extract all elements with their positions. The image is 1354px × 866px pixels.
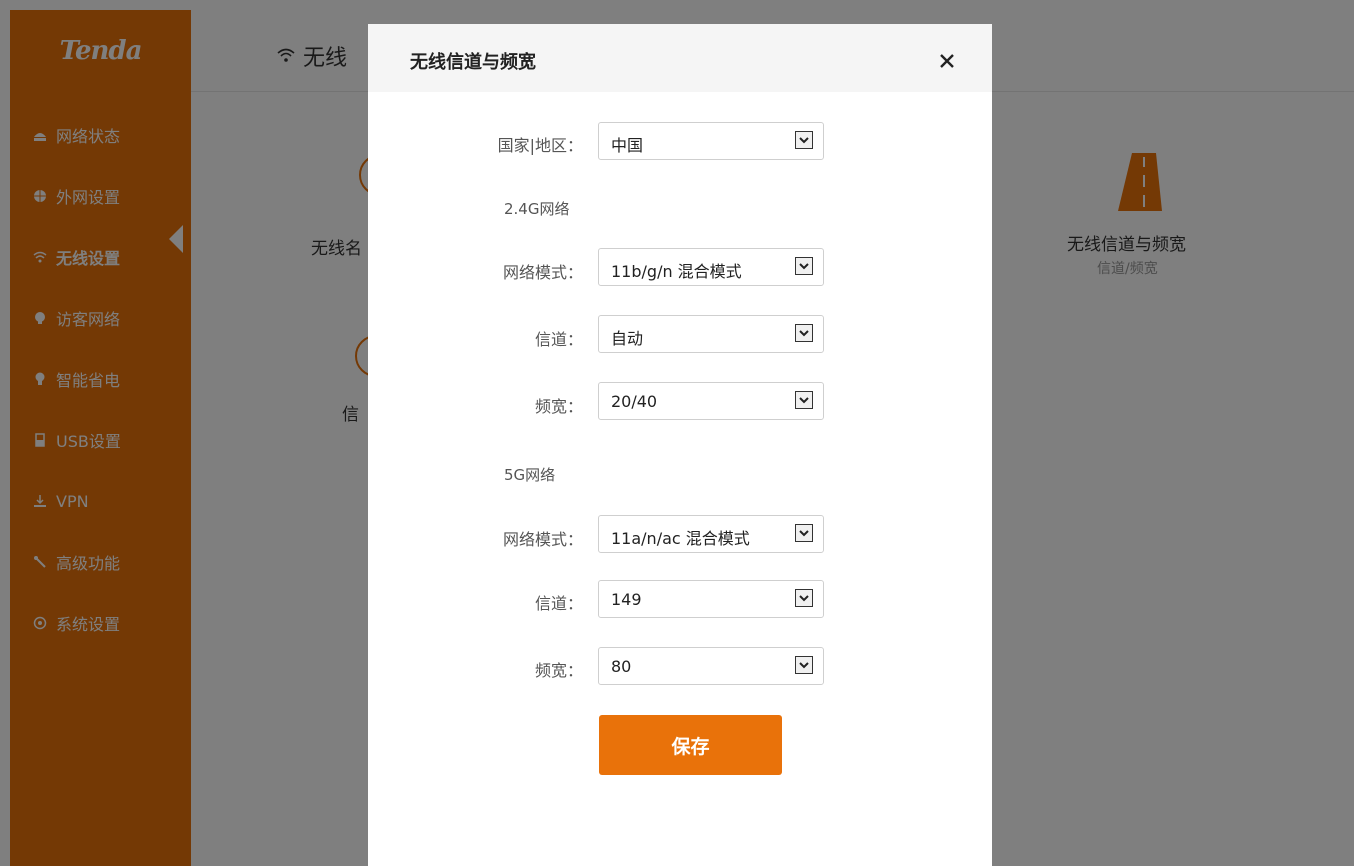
channel-value-5g: 149 [611,590,642,609]
bandwidth-value-5g: 80 [611,657,632,676]
bandwidth-value-2g: 20/40 [611,392,658,411]
mode-select-2g[interactable]: 11b/g/n 混合模式 [598,248,824,286]
mode-value-2g: 11b/g/n 混合模式 [611,262,742,281]
channel-bandwidth-dialog: 无线信道与频宽 国家|地区： 中国 2.4G网络 网络模式： 11b/g/n 混… [368,24,992,866]
chevron-down-icon [795,391,813,409]
bandwidth-label-2g: 频宽： [534,397,583,416]
mode-label-2g: 网络模式： [502,263,583,282]
mode-label-5g: 网络模式： [502,530,583,549]
mode-value-5g: 11a/n/ac 混合模式 [611,529,750,548]
dialog-title: 无线信道与频宽 [410,52,536,73]
channel-value-2g: 自动 [611,329,644,348]
dialog-header: 无线信道与频宽 [368,24,992,92]
channel-select-2g[interactable]: 自动 [598,315,824,353]
chevron-down-icon [795,589,813,607]
mode-select-5g[interactable]: 11a/n/ac 混合模式 [598,515,824,553]
channel-select-5g[interactable]: 149 [598,580,824,618]
save-button[interactable]: 保存 [599,715,782,775]
channel-label-2g: 信道： [534,330,583,349]
channel-label-5g: 信道： [534,594,583,613]
chevron-down-icon [795,524,813,542]
chevron-down-icon [795,131,813,149]
country-select[interactable]: 中国 [598,122,824,160]
chevron-down-icon [795,656,813,674]
close-icon [940,54,954,68]
country-value: 中国 [611,136,644,155]
bandwidth-select-2g[interactable]: 20/40 [598,382,824,420]
bandwidth-select-5g[interactable]: 80 [598,647,824,685]
section-title-2g: 2.4G网络 [504,200,570,218]
bandwidth-label-5g: 频宽： [534,661,583,680]
chevron-down-icon [795,257,813,275]
section-title-5g: 5G网络 [504,466,556,484]
close-button[interactable] [934,48,960,74]
chevron-down-icon [795,324,813,342]
country-label: 国家|地区： [497,136,583,155]
